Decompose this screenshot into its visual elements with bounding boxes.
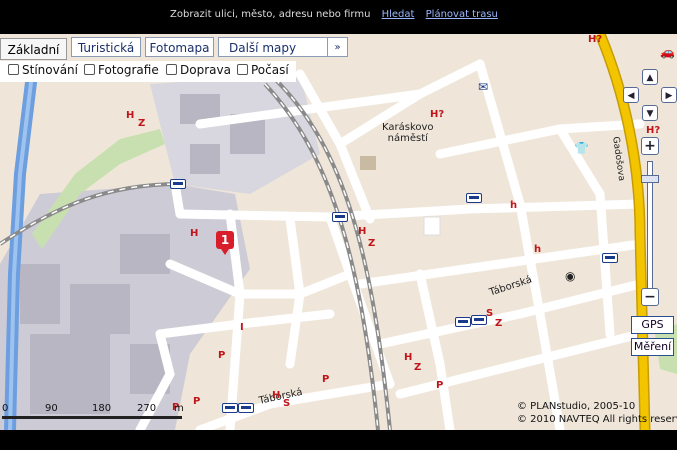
search-link[interactable]: Hledat	[382, 9, 415, 20]
checkbox-icon[interactable]	[237, 64, 248, 75]
zoom-in-button[interactable]: +	[641, 137, 659, 155]
scale-label: 180	[92, 403, 112, 414]
poi-s[interactable]: S	[486, 308, 493, 319]
poi-z-south[interactable]: Z	[414, 362, 421, 373]
poi-hq[interactable]: H?	[430, 109, 444, 120]
checkbox-icon[interactable]	[84, 64, 95, 75]
pan-up-icon[interactable]: ▲	[642, 69, 658, 85]
poi-hotel-south[interactable]: H	[404, 352, 412, 363]
poi-h-small[interactable]: h	[510, 200, 517, 211]
bus-stop-icon[interactable]	[238, 403, 254, 413]
pan-left-icon[interactable]: ◀	[623, 87, 639, 103]
layer-shading-checkbox[interactable]: Stínování	[8, 63, 78, 77]
maptype-tourist-button[interactable]: Turistická	[71, 37, 141, 57]
poi-hotel-west[interactable]: H	[190, 228, 198, 239]
poi-parking-3[interactable]: P	[436, 380, 443, 391]
layer-photos-checkbox[interactable]: Fotografie	[84, 63, 159, 77]
bottom-bar	[0, 430, 677, 450]
copyright-line-2: © 2010 NAVTEQ All rights reserved	[517, 414, 677, 425]
poi-z-east[interactable]: Z	[495, 318, 502, 329]
poi-hotel-sw[interactable]: H	[272, 390, 280, 401]
poi-parking-4[interactable]: P	[193, 396, 200, 407]
bus-stop-icon[interactable]	[455, 317, 471, 327]
pan-right-icon[interactable]: ▶	[661, 87, 677, 103]
poi-z-mid[interactable]: Z	[368, 238, 375, 249]
bus-stop-icon[interactable]	[170, 179, 186, 189]
poi-hq-north[interactable]: H?	[588, 34, 602, 45]
map-tiles[interactable]	[0, 34, 677, 430]
layer-weather-checkbox[interactable]: Počasí	[237, 63, 289, 77]
camera-icon[interactable]: ◉	[565, 270, 575, 282]
measure-button[interactable]: Měření	[631, 338, 674, 356]
map-canvas[interactable]: Karáskovo náměstí Gadošova Táborská Tábo…	[0, 34, 677, 430]
bus-stop-icon[interactable]	[602, 253, 618, 263]
map-page: Zobrazit ulici, město, adresu nebo firmu…	[0, 0, 677, 450]
copyright-line-1: © PLANstudio, 2005-10	[517, 401, 636, 412]
scale-line	[2, 416, 182, 419]
zoom-pan-control: ▲ ◀ ▶ ▼ + −	[620, 69, 677, 314]
maptype-more-dropdown[interactable]: Další mapy	[218, 37, 328, 57]
bus-stop-icon[interactable]	[222, 403, 238, 413]
pan-down-icon[interactable]: ▼	[642, 105, 658, 121]
bus-stop-icon[interactable]	[332, 212, 348, 222]
scale-label: 0	[2, 403, 9, 414]
layer-options: Stínování Fotografie Doprava Počasí	[0, 61, 296, 82]
white-building	[423, 216, 441, 236]
scale-bar: 0 90 180 270 m	[0, 400, 190, 420]
poi-hotel-mid[interactable]: H	[358, 226, 366, 237]
top-bar: Zobrazit ulici, město, adresu nebo firmu…	[0, 0, 677, 34]
bus-stop-icon[interactable]	[466, 193, 482, 203]
maptype-basic-button[interactable]: Základní	[0, 38, 67, 60]
zoom-out-button[interactable]: −	[641, 288, 659, 306]
route-link[interactable]: Plánovat trasu	[426, 9, 498, 20]
chevron-down-icon[interactable]: »	[327, 37, 348, 57]
search-hint: Zobrazit ulici, město, adresu nebo firmu	[170, 9, 371, 20]
scale-label: 90	[45, 403, 58, 414]
bus-stop-icon[interactable]	[471, 315, 487, 325]
location-marker[interactable]: 1	[216, 231, 234, 255]
copyright: © PLANstudio, 2005-10 © 2010 NAVTEQ All …	[517, 400, 677, 426]
gps-button[interactable]: GPS	[631, 316, 674, 334]
layer-traffic-checkbox[interactable]: Doprava	[166, 63, 231, 77]
poi-parking[interactable]: P	[218, 350, 225, 361]
shirt-icon[interactable]: 👕	[574, 142, 589, 154]
scale-label: 270	[137, 403, 157, 414]
poi-s-sw[interactable]: S	[283, 398, 290, 409]
poi-hotel[interactable]: H	[126, 110, 134, 121]
zoom-slider-thumb[interactable]	[641, 175, 659, 183]
car-icon[interactable]: 🚗	[660, 46, 675, 58]
poi-h-small-2[interactable]: h	[534, 244, 541, 255]
mail-icon[interactable]: ✉	[478, 81, 488, 93]
checkbox-icon[interactable]	[166, 64, 177, 75]
label-karaskovo-namesti: Karáskovo náměstí	[382, 122, 434, 144]
poi-parking-2[interactable]: P	[322, 374, 329, 385]
scale-unit: m	[174, 403, 184, 414]
top-bar-text: Zobrazit ulici, město, adresu nebo firmu…	[170, 9, 498, 20]
square-building	[360, 156, 376, 170]
maptype-photo-button[interactable]: Fotomapa	[145, 37, 214, 57]
checkbox-icon[interactable]	[8, 64, 19, 75]
poi-info[interactable]: I	[240, 322, 244, 333]
poi-z[interactable]: Z	[138, 118, 145, 129]
